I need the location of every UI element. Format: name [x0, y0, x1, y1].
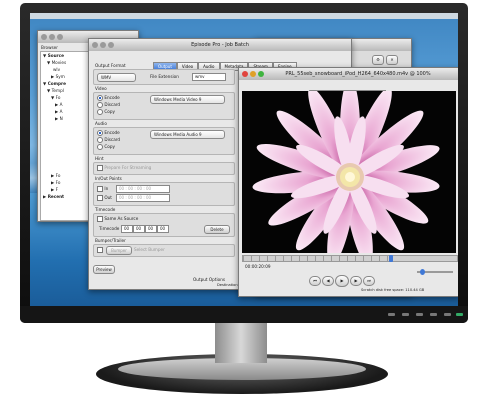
- output-format-label: Output Format: [95, 63, 126, 68]
- monitor-bottom-bezel: [20, 306, 468, 323]
- inout-label: In/Out Points: [95, 176, 122, 181]
- same-as-source-checkbox[interactable]: Same As Source: [97, 216, 138, 222]
- monitor-button[interactable]: [402, 313, 409, 316]
- bumper-checkbox[interactable]: [97, 247, 103, 253]
- playhead-handle[interactable]: [389, 255, 393, 262]
- scratch-disk-status: Scratch disk free space: 110.44 GB: [361, 288, 425, 292]
- video-codec-select[interactable]: Windows Media Video 9: [150, 95, 225, 104]
- hint-label: Hint: [95, 156, 104, 161]
- monitor-button[interactable]: [388, 313, 395, 316]
- bumper-group: Bumper Select Bumper: [93, 244, 235, 257]
- gear-icon: ⚙: [376, 57, 380, 62]
- in-checkbox[interactable]: In: [97, 186, 108, 192]
- delete-button[interactable]: Delete: [204, 225, 230, 234]
- close-icon: ✕: [390, 57, 394, 62]
- current-timecode: 00:00:20:09: [245, 264, 271, 269]
- go-to-start-button[interactable]: ⏮: [309, 276, 321, 286]
- desktop-screen: Browser ▼ Source ▼ Movies wlv ▶ Sym ▼ Co…: [30, 13, 458, 307]
- timecode-seconds[interactable]: 00: [145, 225, 157, 233]
- settings-button[interactable]: ⚙: [372, 55, 384, 65]
- timecode-frames[interactable]: 00: [157, 225, 169, 233]
- video-group: Encode Discard Copy Windows Media Video …: [93, 92, 235, 120]
- monitor-button[interactable]: [430, 313, 437, 316]
- audio-discard-radio[interactable]: Discard: [97, 137, 120, 143]
- preview-titlebar: PRL_55seb_snowboard_iPod_H264_640x480.m4…: [239, 68, 458, 80]
- menu-bar: [30, 13, 458, 19]
- power-button[interactable]: [456, 313, 463, 316]
- monitor-button[interactable]: [444, 313, 451, 316]
- step-back-icon: ◀: [326, 278, 330, 283]
- volume-slider[interactable]: [417, 269, 453, 275]
- timecode-section-label: Timecode: [95, 207, 116, 212]
- flower-image: [242, 91, 456, 253]
- monitor-button[interactable]: [416, 313, 423, 316]
- step-back-button[interactable]: ◀: [322, 276, 334, 286]
- minimize-window-button[interactable]: [250, 71, 256, 77]
- audio-label: Audio: [95, 121, 107, 126]
- close-window-button[interactable]: [242, 71, 248, 77]
- timecode-group: Same As Source Timecode 00 00 00 00 Dele…: [93, 213, 235, 237]
- play-button[interactable]: ▶: [335, 275, 349, 287]
- zoom-window-button[interactable]: [258, 71, 264, 77]
- go-to-end-button[interactable]: ⏭: [363, 276, 375, 286]
- skip-back-icon: ⏮: [313, 278, 317, 283]
- preview-window: PRL_55seb_snowboard_iPod_H264_640x480.m4…: [238, 67, 458, 297]
- timecode-field-label: Timecode: [99, 226, 120, 231]
- output-format-select[interactable]: WMV: [97, 73, 136, 82]
- step-forward-icon: ▶: [354, 278, 358, 283]
- file-extension-label: File Extension: [150, 74, 179, 79]
- video-copy-radio[interactable]: Copy: [97, 109, 115, 115]
- job-batch-titlebar: Episode Pro - Job Batch: [89, 39, 351, 51]
- browser-title: Browser: [41, 45, 58, 50]
- video-encode-radio[interactable]: Encode: [97, 95, 120, 101]
- select-bumper-label: Select Bumper: [134, 247, 165, 252]
- file-extension-field[interactable]: wmv: [192, 73, 226, 81]
- audio-copy-radio[interactable]: Copy: [97, 144, 115, 150]
- output-format-group: WMV File Extension wmv: [93, 69, 235, 85]
- audio-encode-radio[interactable]: Encode: [97, 130, 120, 136]
- video-discard-radio[interactable]: Discard: [97, 102, 120, 108]
- transport-controls: ⏮ ◀ ▶ ▶ ⏭: [309, 275, 389, 287]
- play-icon: ▶: [340, 278, 344, 283]
- in-timecode-field[interactable]: 00 : 00 : 00 : 00: [116, 185, 170, 193]
- out-checkbox[interactable]: Out: [97, 195, 112, 201]
- step-forward-button[interactable]: ▶: [350, 276, 362, 286]
- out-timecode-field[interactable]: 00 : 00 : 00 : 00: [116, 194, 170, 202]
- video-label: Video: [95, 86, 107, 91]
- preview-title: PRL_55seb_snowboard_iPod_H264_640x480.m4…: [285, 71, 431, 77]
- monitor-stand-neck: [215, 323, 267, 363]
- prepare-streaming-checkbox[interactable]: Prepare For Streaming: [97, 165, 151, 171]
- audio-group: Encode Discard Copy Windows Media Audio …: [93, 127, 235, 155]
- timecode-minutes[interactable]: 00: [133, 225, 145, 233]
- bumper-label: Bumper/Trailer: [95, 238, 126, 243]
- timeline-scrubber[interactable]: [242, 255, 458, 262]
- timecode-hours[interactable]: 00: [121, 225, 133, 233]
- output-options-label: Output Options: [193, 277, 226, 282]
- video-frame: [242, 91, 456, 253]
- hint-group: Prepare For Streaming: [93, 162, 235, 175]
- volume-knob[interactable]: [420, 269, 425, 275]
- skip-forward-icon: ⏭: [367, 278, 371, 283]
- inout-group: In 00 : 00 : 00 : 00 Out 00 : 00 : 00 : …: [93, 182, 235, 206]
- timeline-ticks: [243, 256, 391, 261]
- preview-button[interactable]: Preview: [93, 265, 115, 274]
- close-list-button[interactable]: ✕: [386, 55, 398, 65]
- window-title: Episode Pro - Job Batch: [191, 42, 249, 48]
- audio-codec-select[interactable]: Windows Media Audio 9: [150, 130, 225, 139]
- bumper-button[interactable]: Bumper: [106, 246, 132, 255]
